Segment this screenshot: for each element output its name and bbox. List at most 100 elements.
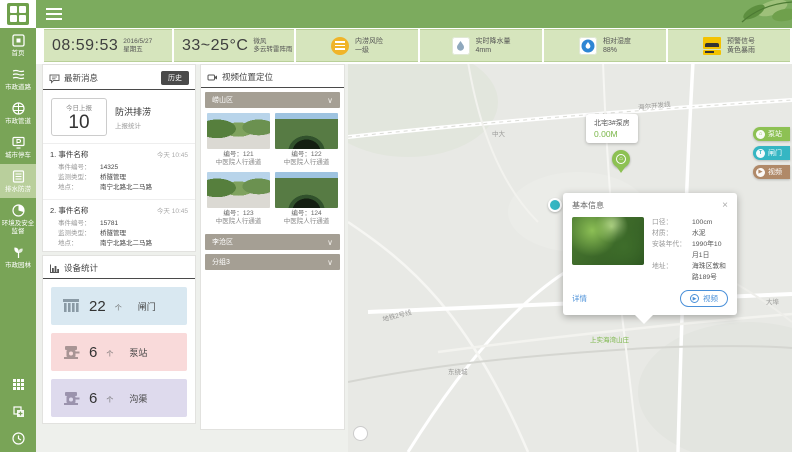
popup-title: 基本信息 <box>572 200 604 211</box>
layer-button-pump-stations[interactable]: ⌂ 泵站 <box>753 127 790 141</box>
gate-layer-icon: T <box>756 149 765 158</box>
close-icon[interactable]: × <box>722 202 728 210</box>
popup-video-button[interactable]: ▶ 视频 <box>680 290 728 307</box>
current-weekday: 星期五 <box>123 46 152 54</box>
video-location-panel: 视频位置定位 崂山区 ∨ 编号：121 中医院人行通道 编号：122 中医院人行… <box>200 64 345 430</box>
layer-button-gates[interactable]: T 闸门 <box>753 146 790 160</box>
bar-chart-icon <box>49 263 60 274</box>
today-report-count-box: 今日上报 10 <box>51 98 107 136</box>
parking-monitor-icon <box>11 135 26 150</box>
sidebar-item-environment-safety[interactable]: 环境及安全监督 <box>0 198 36 240</box>
station-water-level: 0.00M <box>594 129 630 139</box>
sidebar-item-parking[interactable]: 城市停车 <box>0 130 36 164</box>
device-card-gates[interactable]: 22个 闸门 <box>51 287 187 325</box>
drainage-icon <box>11 169 26 184</box>
sidebar-item-gardens[interactable]: 市政园林 <box>0 240 36 274</box>
layers-add-icon[interactable] <box>11 404 26 419</box>
sidebar-bottom-tools <box>0 377 36 446</box>
waterlogging-risk-widget: 内涝风险 一级 <box>296 29 418 62</box>
chat-bubble-icon <box>49 73 60 84</box>
report-count: 10 <box>52 112 106 133</box>
road-icon <box>11 67 26 82</box>
storm-warning-sign-icon <box>703 37 721 55</box>
grid-logo-icon <box>7 3 29 25</box>
device-card-pumps[interactable]: 6个 泵站 <box>51 333 187 371</box>
history-button[interactable]: 历史 <box>161 71 189 85</box>
status-bar: 08:59:53 2016/5/27 星期五 33~25°C 微风 多云转雷阵雨… <box>36 28 792 64</box>
current-time: 08:59:53 <box>52 37 118 55</box>
app-logo[interactable] <box>0 0 36 28</box>
clock-widget: 08:59:53 2016/5/27 星期五 <box>44 29 172 62</box>
devices-panel-title: 设备统计 <box>64 262 189 274</box>
tunnel-camera-preview <box>275 172 338 208</box>
camera-thumbnail[interactable]: 编号：122 中医院人行通道 <box>275 113 338 167</box>
news-list-item[interactable]: 1. 事件名称 今天 10:45 事件编号：14325 监测类型：桥隧管理 地点… <box>43 144 195 200</box>
video-layer-icon: ▶ <box>756 168 765 177</box>
report-summary: 今日上报 10 防洪排涝 上报统计 <box>43 90 195 144</box>
map-place-label: 大埠 <box>766 296 779 306</box>
pump-icon <box>61 342 81 362</box>
rainfall-drop-icon <box>452 37 470 55</box>
camera-thumbnail[interactable]: 编号：121 中医院人行通道 <box>207 113 270 167</box>
device-statistics-panel: 设备统计 22个 闸门 6个 泵站 6个 沟渠 <box>42 255 196 424</box>
map-canvas[interactable]: 海尔开发线 中大 地铁2号线 上实海湾山庄 东绕城 大埠 北宅3#泵房 0.00… <box>348 62 792 452</box>
pipe-network-icon <box>11 101 26 116</box>
video-camera-icon <box>207 72 218 83</box>
video-panel-title: 视频位置定位 <box>222 71 338 83</box>
device-card-channels[interactable]: 6个 沟渠 <box>51 379 187 417</box>
play-icon: ▶ <box>690 294 699 303</box>
camera-thumbnail[interactable]: 编号：124 中医院人行通道 <box>275 172 338 226</box>
environment-monitor-icon <box>11 203 26 218</box>
channel-icon <box>61 388 81 408</box>
leaves-decoration <box>702 0 792 28</box>
hamburger-menu-icon[interactable] <box>46 8 62 23</box>
apps-grid-icon[interactable] <box>11 377 26 392</box>
map-control-button[interactable] <box>353 426 368 441</box>
home-icon <box>11 33 26 48</box>
chevron-down-icon: ∨ <box>327 258 333 267</box>
detail-link[interactable]: 详情 <box>572 293 587 304</box>
event-time: 今天 10:45 <box>157 205 188 216</box>
video-group-3[interactable]: 分组3 ∨ <box>205 254 340 270</box>
smart-water-dashboard: { "colors": { "sidebar_green": "#79a457"… <box>0 0 792 452</box>
news-list-item[interactable]: 2. 事件名称 今天 10:45 事件编号：15781 监测类型：桥隧管理 地点… <box>43 200 195 255</box>
gate-icon <box>61 296 81 316</box>
pump-station-tag[interactable]: 北宅3#泵房 0.00M <box>586 114 638 143</box>
pump-station-marker[interactable]: ⌂ <box>612 150 630 174</box>
history-clock-icon[interactable] <box>11 431 26 446</box>
sidebar-item-drainage[interactable]: 排水防涝 <box>0 164 36 198</box>
map-estate-label: 上实海湾山庄 <box>590 334 629 344</box>
sidebar-item-pipes[interactable]: 市政管道 <box>0 96 36 130</box>
camera-thumbnail[interactable]: 编号：123 中医院人行通道 <box>207 172 270 226</box>
street-camera-preview <box>207 172 270 208</box>
report-category: 防洪排涝 <box>115 105 151 118</box>
report-subtitle: 上报统计 <box>115 120 151 130</box>
waterlogging-risk-icon <box>331 37 349 55</box>
temperature-range: 33~25°C <box>182 37 248 55</box>
basic-info-popup: 基本信息 × 口径：100cm 材质：水泥 安装年代：1990年10月1日 地址… <box>563 193 737 315</box>
humidity-drop-icon <box>579 37 597 55</box>
current-date: 2016/5/27 <box>123 38 152 46</box>
chevron-down-icon: ∨ <box>327 96 333 105</box>
latest-news-panel: 最新消息 历史 今日上报 10 防洪排涝 上报统计 1. 事件名称 今天 10:… <box>42 64 196 252</box>
humidity-widget: 相对湿度 88% <box>544 29 666 62</box>
layer-button-video[interactable]: ▶ 视频 <box>753 165 790 179</box>
gate-marker[interactable] <box>548 198 562 212</box>
sidebar-item-roads[interactable]: 市政道路 <box>0 62 36 96</box>
video-group-laoshan[interactable]: 崂山区 ∨ <box>205 92 340 108</box>
tunnel-camera-preview <box>275 113 338 149</box>
map-road-label: 东绕城 <box>448 366 468 376</box>
station-name: 北宅3#泵房 <box>594 118 630 128</box>
weather-condition: 多云转雷阵雨 <box>253 46 292 54</box>
video-group-licang[interactable]: 李沧区 ∨ <box>205 234 340 250</box>
map-place-label: 中大 <box>492 128 505 138</box>
weather-widget: 33~25°C 微风 多云转雷阵雨 <box>174 29 294 62</box>
wind-condition: 微风 <box>253 38 292 46</box>
garden-icon <box>11 245 26 260</box>
street-camera-preview <box>207 113 270 149</box>
sidebar: 首页 市政道路 市政管道 城市停车 排水防涝 环境及安全监督 市政园林 <box>0 0 36 452</box>
camera-thumbnail-grid: 编号：121 中医院人行通道 编号：122 中医院人行通道 编号：123 中医院… <box>201 108 344 230</box>
top-bar <box>36 0 792 28</box>
sidebar-item-home[interactable]: 首页 <box>0 28 36 62</box>
asset-photo <box>572 217 644 265</box>
